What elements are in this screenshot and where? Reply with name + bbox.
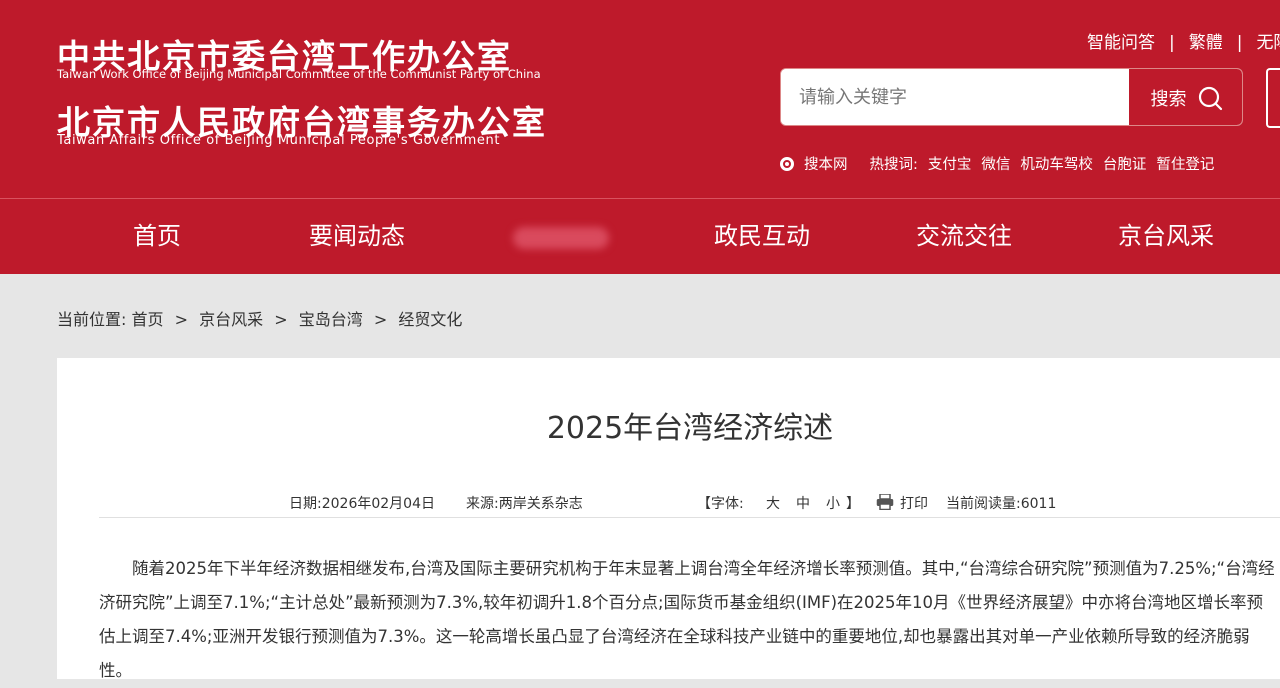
top-link-separator: | — [1236, 33, 1243, 53]
nav-item-exchange[interactable]: 交流交往 — [916, 199, 1012, 274]
font-size-small[interactable]: 小 — [826, 493, 840, 513]
read-count-label: 当前阅读量: — [946, 496, 1021, 512]
top-links: 智能问答 | 繁體 | 无障 — [1087, 28, 1280, 53]
nav-item-news[interactable]: 要闻动态 — [309, 199, 405, 274]
partial-badge-icon — [1266, 68, 1280, 128]
breadcrumb: 当前位置: 首页 > 京台风采 > 宝岛台湾 > 经贸文化 — [57, 306, 462, 330]
nav-item-interaction[interactable]: 政民互动 — [714, 199, 810, 274]
hot-word-residence-registration[interactable]: 暂住登记 — [1156, 153, 1214, 174]
search-button-label: 搜索 — [1150, 89, 1187, 110]
hot-word-taiwan-pass[interactable]: 台胞证 — [1103, 153, 1147, 174]
article-paragraph: 随着2025年下半年经济数据相继发布,台湾及国际主要研究机构于年末显著上调台湾全… — [99, 559, 1275, 680]
top-link-separator: | — [1169, 33, 1175, 53]
site-header: 中共北京市委台湾工作办公室 Taiwan Work Office of Beij… — [0, 0, 1280, 198]
main-nav: 首页 要闻动态 政民互动 交流交往 京台风采 — [0, 199, 1280, 274]
radio-icon[interactable] — [780, 156, 794, 171]
link-accessibility[interactable]: 无障 — [1256, 33, 1280, 53]
breadcrumb-treasure-island[interactable]: 宝岛台湾 — [299, 310, 363, 329]
hot-word-alipay[interactable]: 支付宝 — [928, 153, 972, 174]
nav-item-blurred[interactable] — [513, 227, 609, 249]
read-count-value: 6011 — [1020, 496, 1057, 512]
font-size-close: 】 — [846, 496, 860, 512]
hot-search-row: 搜本网 热搜词: 支付宝 微信 机动车驾校 台胞证 暂住登记 — [780, 153, 1214, 174]
hot-word-driving-school[interactable]: 机动车驾校 — [1020, 153, 1093, 174]
search-input[interactable] — [781, 69, 1129, 125]
link-traditional[interactable]: 繁體 — [1189, 33, 1223, 53]
breadcrumb-prefix: 当前位置: — [57, 310, 127, 329]
print-button[interactable]: 打印 — [876, 493, 928, 513]
breadcrumb-separator: > — [174, 310, 189, 329]
search-icon — [1198, 86, 1222, 111]
link-smart-qa[interactable]: 智能问答 — [1087, 33, 1155, 53]
breadcrumb-separator: > — [274, 310, 288, 329]
font-size-medium[interactable]: 中 — [796, 493, 810, 513]
print-label: 打印 — [900, 496, 928, 512]
breadcrumb-economy-culture[interactable]: 经贸文化 — [398, 310, 462, 329]
logo-subtitle-government: Taiwan Affairs Office of Beijing Municip… — [57, 133, 501, 148]
site-search-label[interactable]: 搜本网 — [804, 153, 848, 174]
read-count: 当前阅读量:6011 — [946, 493, 1056, 513]
font-size-label: 【字体: — [697, 496, 744, 512]
breadcrumb-beijing-taiwan[interactable]: 京台风采 — [199, 310, 263, 329]
article-title: 2025年台湾经济综述 — [546, 411, 834, 446]
article-date: 日期:2026年02月04日 — [289, 496, 435, 512]
hot-search-label: 热搜词: — [869, 157, 918, 173]
nav-item-beijing-taiwan[interactable]: 京台风采 — [1118, 199, 1214, 274]
search-box: 搜索 — [780, 68, 1243, 126]
breadcrumb-home[interactable]: 首页 — [132, 310, 164, 329]
nav-item-home[interactable]: 首页 — [133, 199, 181, 274]
article-source: 来源:两岸关系杂志 — [466, 496, 583, 512]
print-icon — [876, 494, 894, 510]
logo-subtitle-party: Taiwan Work Office of Beijing Municipal … — [57, 67, 541, 81]
search-button[interactable]: 搜索 — [1129, 69, 1242, 125]
meta-divider — [99, 517, 1280, 518]
font-size-large[interactable]: 大 — [766, 493, 780, 513]
breadcrumb-separator: > — [373, 310, 388, 329]
hot-word-wechat[interactable]: 微信 — [981, 153, 1010, 174]
